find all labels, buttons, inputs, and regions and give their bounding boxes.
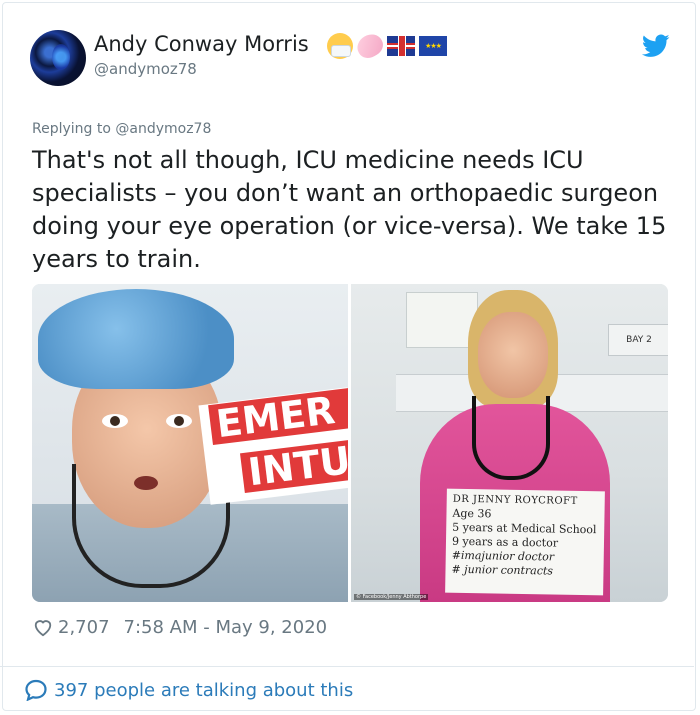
photo-right-panel: BAY 2 DR JENNY ROYCROFT Age 36 5 years a… <box>350 284 668 602</box>
uk-flag-emoji <box>387 36 415 56</box>
photo-left-panel: EMER INTU <box>32 284 362 602</box>
heart-icon[interactable] <box>32 617 54 637</box>
tweet-photo[interactable]: EMER INTU BAY 2 DR JENNY ROYCROFT Age 36… <box>32 284 668 602</box>
replying-to[interactable]: Replying to @andymoz78 <box>32 121 211 137</box>
tweet-header: Andy Conway Morris ★★★ @andymoz78 <box>30 29 670 90</box>
eye <box>166 414 192 428</box>
stethoscope <box>72 464 230 588</box>
bay-sign: BAY 2 <box>608 324 668 356</box>
name-emojis: ★★★ <box>327 29 447 63</box>
conversation-text[interactable]: 397 people are talking about this <box>54 680 353 701</box>
handwritten-sign: DR JENNY ROYCROFT Age 36 5 years at Medi… <box>445 488 605 596</box>
speech-bubble-icon <box>25 679 47 701</box>
conversation-link[interactable]: 397 people are talking about this <box>24 677 353 703</box>
twitter-bird-icon[interactable] <box>642 34 670 58</box>
soap-emoji <box>353 29 387 63</box>
photo-divider <box>348 284 351 602</box>
sign-line: # junior contracts <box>451 562 554 578</box>
author-handle[interactable]: @andymoz78 <box>94 60 197 78</box>
tweet-meta: 2,707 7:58 AM - May 9, 2020 <box>32 615 327 639</box>
face <box>478 312 548 398</box>
face-with-medical-mask-emoji <box>327 33 353 59</box>
avatar[interactable] <box>30 30 86 86</box>
timestamp[interactable]: 7:58 AM - May 9, 2020 <box>124 617 328 638</box>
surgical-cap <box>38 289 234 389</box>
stethoscope <box>472 396 550 480</box>
author-name[interactable]: Andy Conway Morris <box>94 32 309 56</box>
eye <box>102 414 128 428</box>
footer-divider <box>0 666 694 667</box>
photo-credit: © Facebook/Jenny Abthorpe <box>354 594 429 600</box>
like-count[interactable]: 2,707 <box>58 617 110 638</box>
eu-flag-emoji: ★★★ <box>419 36 447 56</box>
tweet-text: That's not all though, ICU medicine need… <box>32 146 667 273</box>
